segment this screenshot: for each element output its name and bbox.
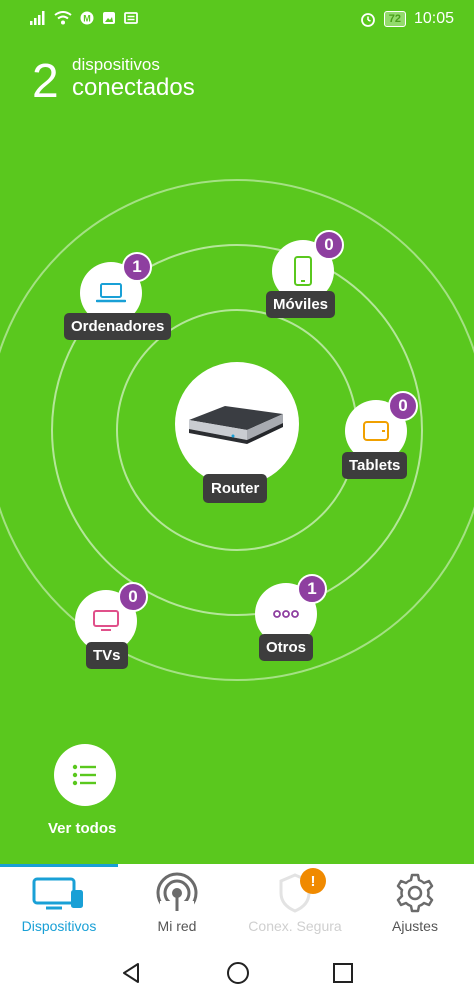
- more-icon: [273, 610, 299, 618]
- device-label-tablets[interactable]: Tablets: [342, 452, 408, 479]
- ver-todos-button[interactable]: [54, 744, 116, 806]
- router-label[interactable]: Router: [203, 474, 268, 503]
- back-icon[interactable]: [120, 962, 142, 984]
- device-count-badge: 0: [118, 582, 148, 612]
- smartphone-icon: [294, 256, 312, 286]
- device-label-tvs[interactable]: TVs: [86, 642, 128, 669]
- device-count-badge: 1: [122, 252, 152, 282]
- router-node[interactable]: [175, 362, 299, 486]
- tab-label: Mi red: [157, 918, 197, 934]
- tab-mi-red[interactable]: Mi red: [118, 864, 236, 944]
- ver-todos-label[interactable]: Ver todos: [48, 820, 116, 837]
- tablet-icon: [363, 421, 389, 441]
- device-label-otros[interactable]: Otros: [259, 634, 314, 661]
- laptop-icon: [96, 283, 126, 303]
- recents-icon[interactable]: [332, 962, 354, 984]
- warning-badge: !: [300, 868, 326, 894]
- app-screen: M 72 10:05 2 dispositivos conectados Rou…: [0, 0, 474, 1001]
- tv-icon: [93, 610, 119, 631]
- tab-ajustes[interactable]: Ajustes: [356, 864, 474, 944]
- device-label-ordenadores[interactable]: Ordenadores: [64, 313, 172, 340]
- tab-dispositivos[interactable]: Dispositivos: [0, 864, 118, 944]
- device-label-moviles[interactable]: Móviles: [266, 291, 336, 318]
- system-navigation-bar: [0, 944, 474, 1001]
- network-icon: [156, 872, 198, 915]
- router-icon: [189, 406, 283, 444]
- device-count-badge: 0: [388, 391, 418, 421]
- tab-label: Dispositivos: [21, 918, 97, 934]
- list-icon: [72, 764, 96, 786]
- gear-icon: [396, 873, 434, 913]
- device-count-badge: 0: [314, 230, 344, 260]
- device-count-badge: 1: [297, 574, 327, 604]
- tab-label: Conex. Segura: [248, 918, 342, 934]
- bottom-navigation: Dispositivos Mi red Conex. Segura Ajuste…: [0, 864, 474, 944]
- tab-label: Ajustes: [392, 918, 438, 934]
- devices-icon: [32, 877, 83, 910]
- tab-conex-segura[interactable]: Conex. Segura: [236, 864, 354, 944]
- home-icon[interactable]: [226, 961, 250, 985]
